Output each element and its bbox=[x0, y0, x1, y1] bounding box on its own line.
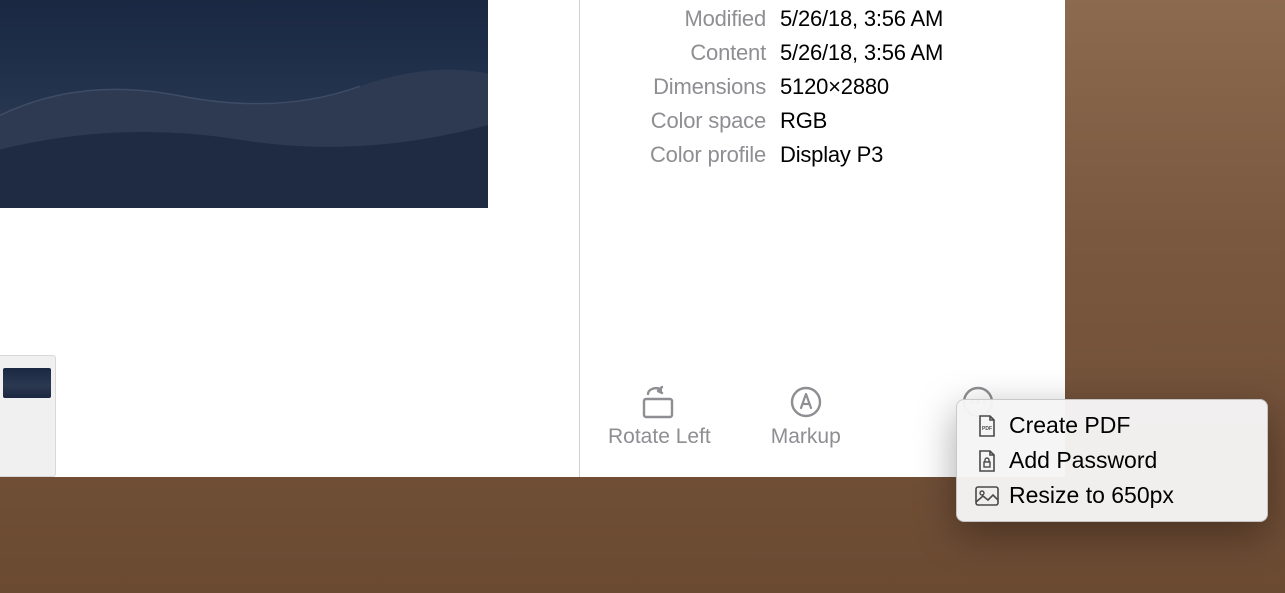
thumbnail-strip bbox=[0, 355, 56, 477]
meta-label: Color space bbox=[580, 104, 780, 138]
image-icon bbox=[973, 484, 1001, 508]
meta-row-colorspace: Color space RGB bbox=[580, 104, 1065, 138]
meta-row-dimensions: Dimensions 5120×2880 bbox=[580, 70, 1065, 104]
svg-text:PDF: PDF bbox=[982, 426, 992, 432]
menu-label: Resize to 650px bbox=[1009, 482, 1174, 509]
meta-row-content: Content 5/26/18, 3:56 AM bbox=[580, 36, 1065, 70]
meta-value: 5/26/18, 3:56 AM bbox=[780, 2, 943, 36]
meta-label: Content bbox=[580, 36, 780, 70]
dune-illustration bbox=[0, 52, 488, 208]
thumbnail-image[interactable] bbox=[3, 368, 51, 398]
pdf-icon: PDF bbox=[973, 414, 1001, 438]
action-label: Rotate Left bbox=[608, 425, 711, 449]
meta-label: Dimensions bbox=[580, 70, 780, 104]
lock-icon bbox=[973, 449, 1001, 473]
preview-image bbox=[0, 0, 488, 208]
meta-value: 5/26/18, 3:56 AM bbox=[780, 36, 943, 70]
markup-icon bbox=[789, 382, 823, 422]
metadata-table: Modified 5/26/18, 3:56 AM Content 5/26/1… bbox=[580, 0, 1065, 172]
meta-value: RGB bbox=[780, 104, 827, 138]
rotate-left-icon bbox=[638, 382, 680, 422]
meta-row-modified: Modified 5/26/18, 3:56 AM bbox=[580, 2, 1065, 36]
action-label: Markup bbox=[771, 425, 841, 449]
menu-label: Create PDF bbox=[1009, 412, 1130, 439]
markup-button[interactable]: Markup bbox=[771, 382, 841, 449]
meta-label: Modified bbox=[580, 2, 780, 36]
rotate-left-button[interactable]: Rotate Left bbox=[608, 382, 711, 449]
meta-label: Color profile bbox=[580, 138, 780, 172]
meta-value: Display P3 bbox=[780, 138, 883, 172]
menu-label: Add Password bbox=[1009, 447, 1157, 474]
menu-item-add-password[interactable]: Add Password bbox=[961, 443, 1263, 478]
meta-row-colorprofile: Color profile Display P3 bbox=[580, 138, 1065, 172]
finder-preview-panel: Modified 5/26/18, 3:56 AM Content 5/26/1… bbox=[0, 0, 1065, 477]
preview-column bbox=[0, 0, 580, 477]
more-actions-menu: PDF Create PDF Add Password Resize to 65… bbox=[956, 399, 1268, 522]
meta-value: 5120×2880 bbox=[780, 70, 889, 104]
menu-item-resize[interactable]: Resize to 650px bbox=[961, 478, 1263, 513]
menu-item-create-pdf[interactable]: PDF Create PDF bbox=[961, 408, 1263, 443]
